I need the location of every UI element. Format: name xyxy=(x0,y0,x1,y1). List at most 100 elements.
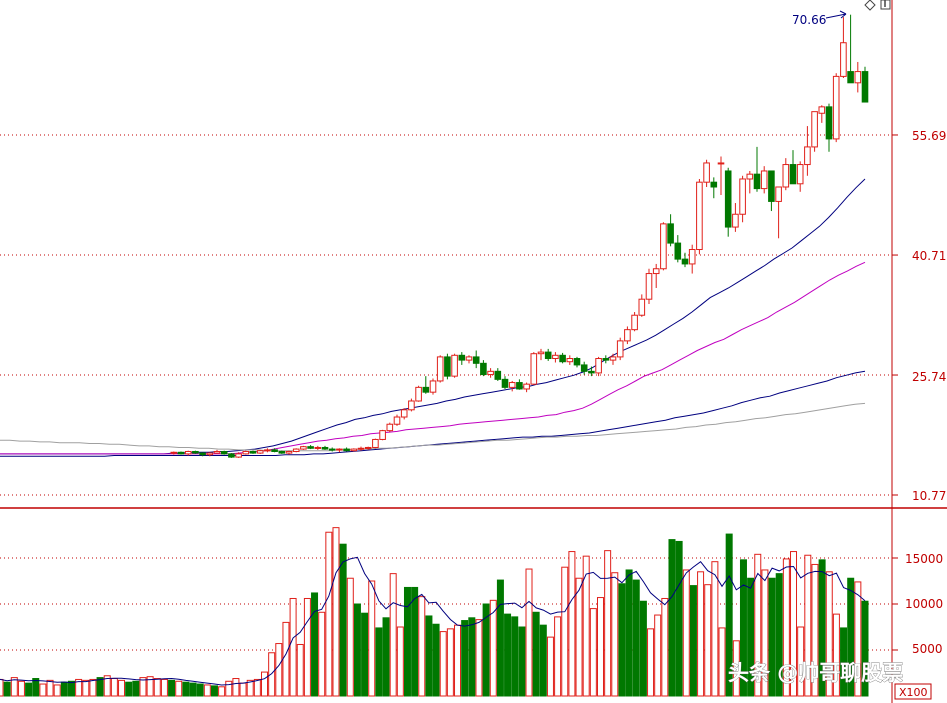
volume-bar xyxy=(697,571,705,697)
volume-bar xyxy=(67,680,75,697)
volume-bar xyxy=(289,597,297,697)
candle-body xyxy=(717,162,725,165)
volume-tick-label: 10000 xyxy=(905,597,943,611)
volume-bar xyxy=(25,682,33,697)
candle-body xyxy=(544,351,552,360)
candle-body xyxy=(811,111,818,148)
volume-bar xyxy=(675,540,683,697)
candle-body xyxy=(292,448,300,452)
candle-body xyxy=(458,354,466,361)
volume-bar xyxy=(425,615,433,697)
volume-bar xyxy=(296,643,304,697)
volume-bar xyxy=(704,584,712,697)
volume-tick-label: 5000 xyxy=(912,642,943,656)
volume-bar xyxy=(325,531,333,697)
candle-body xyxy=(789,164,797,185)
volume-bar xyxy=(232,678,240,697)
candle-body xyxy=(760,170,768,190)
volume-bar xyxy=(125,681,133,697)
candle-body xyxy=(472,356,480,364)
volume-bar xyxy=(210,685,218,697)
candle-body xyxy=(192,450,199,454)
volume-bar xyxy=(418,596,426,697)
price-tick-label: 25.74 xyxy=(912,370,946,384)
candle-body xyxy=(609,356,617,361)
candle-body xyxy=(372,438,379,448)
candle-body xyxy=(444,356,451,377)
candle-body xyxy=(278,450,286,454)
volume-bar xyxy=(432,623,440,697)
candle-body xyxy=(235,453,242,458)
candle-body xyxy=(861,71,869,103)
volume-bar xyxy=(32,678,40,697)
price-tick-label: 55.69 xyxy=(912,129,946,143)
candle-body xyxy=(804,146,811,166)
volume-bar xyxy=(582,555,590,697)
candle-body xyxy=(393,416,401,425)
volume-tick-label: 15000 xyxy=(905,552,943,566)
volume-bar xyxy=(189,682,197,697)
volume-bar xyxy=(496,579,504,697)
volume-bar xyxy=(339,543,347,697)
candle-body xyxy=(321,446,329,450)
candle-body xyxy=(465,356,473,361)
candle-body xyxy=(710,181,718,188)
volume-bar xyxy=(511,616,519,697)
volume-bar xyxy=(647,628,655,697)
candle-body xyxy=(530,353,538,385)
candle-body xyxy=(818,106,826,114)
candle-body xyxy=(724,170,732,228)
volume-bar xyxy=(303,597,311,697)
candle-body xyxy=(364,446,372,449)
candle-body xyxy=(328,448,336,451)
volume-bar xyxy=(668,539,676,697)
volume-bar xyxy=(382,617,390,697)
candle-body xyxy=(242,450,250,455)
candle-body xyxy=(314,446,322,449)
volume-bar xyxy=(575,577,583,697)
volume-bar xyxy=(446,628,454,697)
volume-bar xyxy=(618,583,626,697)
volume-bar xyxy=(3,681,11,697)
candle-body xyxy=(782,164,790,188)
candle-body xyxy=(213,450,221,454)
volume-bar xyxy=(346,577,354,697)
candle-body xyxy=(566,358,574,363)
volume-bar xyxy=(604,550,612,697)
volume-bar xyxy=(353,603,361,697)
volume-bar xyxy=(689,585,697,697)
volume-bar xyxy=(196,683,204,697)
candle-body xyxy=(796,164,804,185)
volume-bar xyxy=(561,566,569,697)
candle-body xyxy=(501,378,509,388)
candle-body xyxy=(415,386,422,402)
volume-bar xyxy=(175,680,183,697)
candle-body xyxy=(559,354,566,363)
candle-body xyxy=(573,358,581,366)
volume-bar xyxy=(17,680,25,697)
volume-bar xyxy=(625,569,633,697)
volume-bar xyxy=(118,679,126,697)
volume-bar xyxy=(389,573,397,697)
volume-bar xyxy=(0,678,4,697)
candle-body xyxy=(184,450,192,455)
volume-bar xyxy=(218,686,226,697)
volume-bar xyxy=(718,627,726,697)
watermark-logo: 头条 @帅哥聊股票 xyxy=(728,661,903,685)
candle-body xyxy=(595,358,602,374)
candle-body xyxy=(624,329,631,342)
volume-bar xyxy=(318,611,326,697)
volume-bar xyxy=(253,678,261,697)
volume-bar xyxy=(182,681,190,697)
volume-bar xyxy=(546,636,554,697)
volume-bar xyxy=(654,614,662,697)
volume-bar xyxy=(682,569,690,697)
volume-bar xyxy=(439,631,447,697)
volume-bar xyxy=(532,611,540,697)
volume-bar xyxy=(525,568,533,697)
candle-body xyxy=(660,223,667,270)
candle-body xyxy=(825,106,833,140)
candle-body xyxy=(336,448,343,451)
candle-body xyxy=(753,173,761,190)
volume-bar xyxy=(632,579,640,697)
